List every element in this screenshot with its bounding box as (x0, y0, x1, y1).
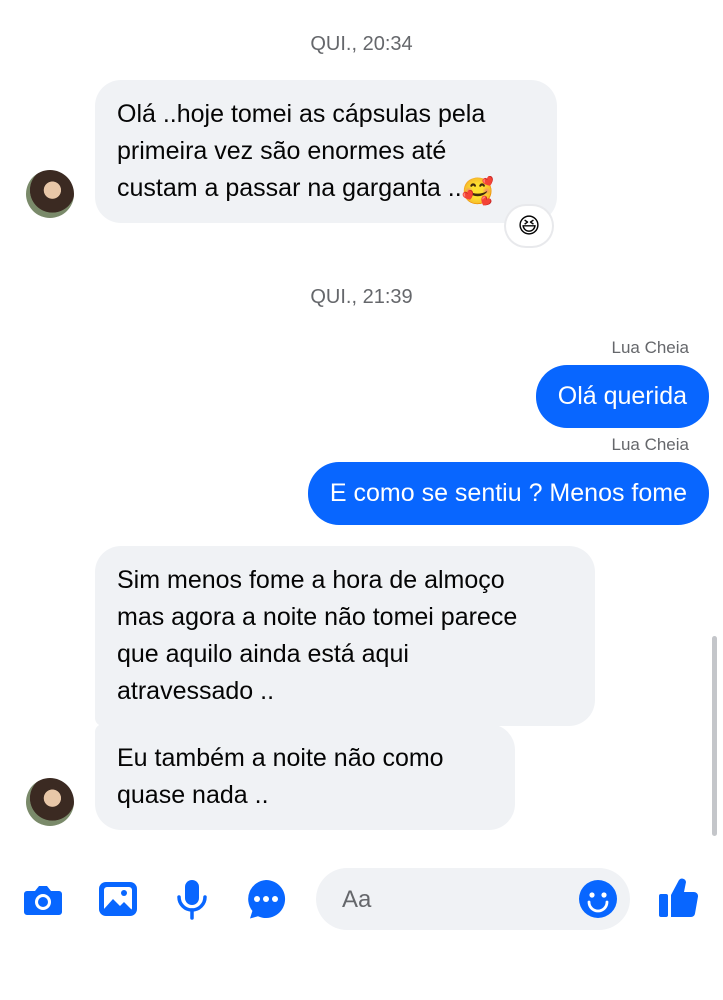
timestamp: QUI., 21:39 (310, 286, 413, 308)
outgoing-message[interactable]: E como se sentiu ? Menos fome (307, 462, 709, 525)
message-line: atravessado .. (117, 677, 275, 705)
image-icon[interactable] (96, 877, 140, 921)
microphone-icon[interactable] (170, 877, 214, 921)
message-line: mas agora a noite não tomei parece (117, 603, 518, 631)
smiling-hearts-emoji-icon: 🥰 (461, 176, 495, 206)
sender-name: Lua Cheia (611, 338, 689, 357)
sender-name: Lua Cheia (611, 435, 689, 454)
timestamp: QUI., 20:34 (310, 33, 413, 55)
message-line: primeira vez são enormes até (117, 137, 447, 165)
avatar[interactable] (26, 170, 74, 218)
message-line: Olá ..hoje tomei as cápsulas pela (117, 100, 486, 128)
thumbs-up-icon[interactable] (656, 875, 702, 921)
message-composer[interactable] (316, 868, 630, 930)
message-text: E como se sentiu ? Menos fome (329, 479, 687, 507)
incoming-message[interactable]: Sim menos fome a hora de almoço mas agor… (95, 546, 595, 726)
reaction-badge[interactable]: 😆 (506, 206, 552, 246)
message-line: que aquilo ainda está aqui (117, 640, 409, 668)
scrollbar[interactable] (712, 636, 717, 836)
message-text: Olá querida (557, 382, 687, 410)
incoming-message[interactable]: Olá ..hoje tomei as cápsulas pela primei… (95, 80, 557, 223)
camera-icon[interactable] (21, 877, 65, 921)
emoji-icon[interactable] (578, 879, 618, 919)
outgoing-message[interactable]: Olá querida (535, 365, 709, 428)
message-line: Sim menos fome a hora de almoço (117, 566, 505, 594)
more-icon[interactable] (244, 877, 288, 921)
avatar[interactable] (26, 778, 74, 826)
incoming-message[interactable]: Eu também a noite não como quase nada .. (95, 724, 515, 830)
message-line: Eu também a noite não como (117, 744, 444, 772)
message-line: quase nada .. (117, 781, 269, 809)
message-line: custam a passar na garganta ..🥰 (117, 174, 495, 206)
message-input[interactable] (340, 878, 564, 922)
